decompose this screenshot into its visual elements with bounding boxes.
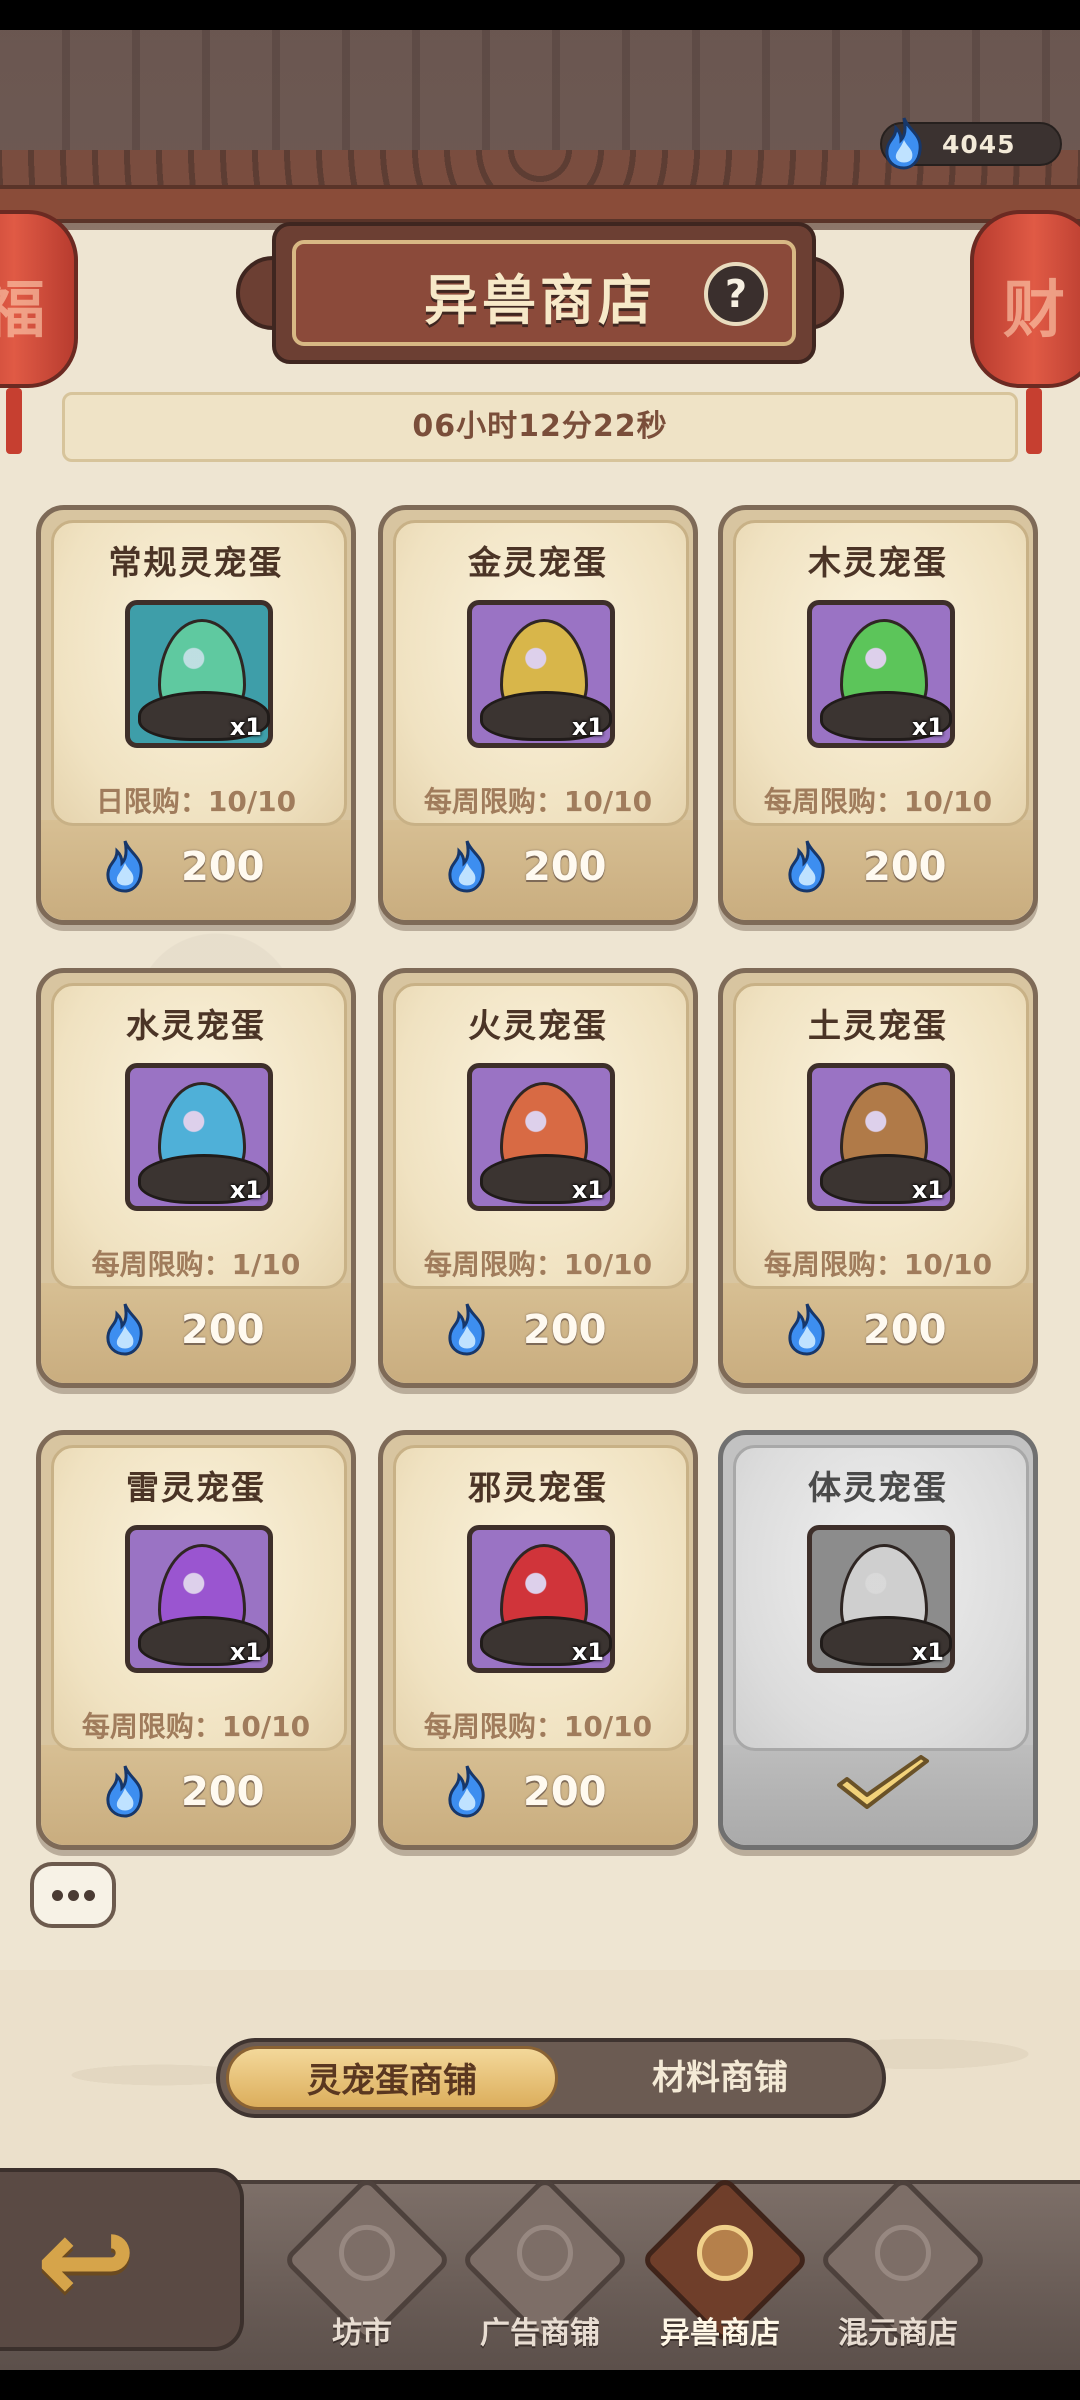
item-quantity: x1 bbox=[911, 713, 944, 741]
egg-icon-frame: x1 bbox=[467, 1063, 615, 1211]
purchase-limit: 日限购：10/10 bbox=[95, 785, 297, 818]
chat-dot bbox=[84, 1890, 95, 1901]
egg-icon-frame: x1 bbox=[467, 600, 615, 748]
shop-item-card[interactable]: 水灵宠蛋 x1 每周限购：1/10 200 bbox=[36, 968, 356, 1388]
nav-item-label: 广告商铺 bbox=[480, 2316, 600, 2351]
egg-icon-frame: x1 bbox=[807, 1525, 955, 1673]
item-name: 常规灵宠蛋 bbox=[108, 543, 284, 582]
nav-item-label: 异兽商店 bbox=[660, 2316, 780, 2351]
nav-item[interactable]: 混元商店 bbox=[813, 2175, 988, 2380]
price-tag: 200 bbox=[383, 1301, 693, 1361]
nav-item-label: 坊市 bbox=[332, 2316, 392, 2351]
price-tag: 200 bbox=[41, 1763, 351, 1823]
shop-tab-switcher: 灵宠蛋商铺 材料商铺 bbox=[216, 2038, 886, 2118]
purchased-check-icon bbox=[837, 1755, 929, 1809]
item-quantity: x1 bbox=[911, 1176, 944, 1204]
currency-display[interactable]: 4045 bbox=[880, 117, 1062, 170]
egg-icon-frame: x1 bbox=[125, 1525, 273, 1673]
item-name: 金灵宠蛋 bbox=[468, 543, 608, 582]
egg-icon-frame: x1 bbox=[467, 1525, 615, 1673]
item-name: 火灵宠蛋 bbox=[468, 1006, 608, 1045]
chat-dot bbox=[52, 1890, 63, 1901]
item-name: 邪灵宠蛋 bbox=[468, 1468, 608, 1507]
item-quantity: x1 bbox=[229, 1638, 262, 1666]
blue-flame-icon bbox=[106, 840, 143, 893]
item-quantity: x1 bbox=[571, 1638, 604, 1666]
price-value: 200 bbox=[523, 1769, 607, 1815]
chat-button[interactable] bbox=[30, 1862, 116, 1928]
lantern-left-char: 福 bbox=[0, 273, 45, 346]
purchase-limit: 每周限购：10/10 bbox=[763, 785, 993, 818]
price-value: 200 bbox=[523, 844, 607, 890]
item-name: 土灵宠蛋 bbox=[808, 1006, 948, 1045]
blue-flame-icon bbox=[788, 1303, 825, 1356]
blue-flame-icon bbox=[788, 840, 825, 893]
shop-item-card[interactable]: 雷灵宠蛋 x1 每周限购：10/10 200 bbox=[36, 1430, 356, 1850]
item-name: 体灵宠蛋 bbox=[808, 1468, 948, 1507]
shop-item-card[interactable]: 常规灵宠蛋 x1 日限购：10/10 200 bbox=[36, 505, 356, 925]
blue-flame-icon bbox=[448, 840, 485, 893]
price-value: 200 bbox=[863, 844, 947, 890]
blue-flame-icon bbox=[106, 1303, 143, 1356]
refresh-timer: 06小时12分22秒 bbox=[62, 392, 1018, 462]
price-tag: 200 bbox=[383, 838, 693, 898]
egg-icon-frame: x1 bbox=[807, 600, 955, 748]
egg-icon-frame: x1 bbox=[125, 1063, 273, 1211]
lantern-right: 财 bbox=[970, 210, 1080, 454]
tab-material-shop[interactable]: 材料商铺 bbox=[570, 2046, 870, 2110]
shop-item-card[interactable]: 邪灵宠蛋 x1 每周限购：10/10 200 bbox=[378, 1430, 698, 1850]
price-value: 200 bbox=[181, 1307, 265, 1353]
purchase-limit: 每周限购：10/10 bbox=[423, 1248, 653, 1281]
nav-item[interactable]: 广告商铺 bbox=[455, 2175, 630, 2380]
price-tag: 200 bbox=[41, 1301, 351, 1361]
price-tag: 200 bbox=[41, 838, 351, 898]
price-tag: 200 bbox=[723, 838, 1033, 898]
blue-flame-icon bbox=[448, 1765, 485, 1818]
item-quantity: x1 bbox=[571, 1176, 604, 1204]
currency-value: 4045 bbox=[942, 130, 1016, 159]
timer-text: 06小时12分22秒 bbox=[412, 409, 668, 444]
price-value: 200 bbox=[181, 1769, 265, 1815]
egg-icon-frame: x1 bbox=[807, 1063, 955, 1211]
price-value: 200 bbox=[863, 1307, 947, 1353]
nav-item[interactable]: 坊市 bbox=[277, 2175, 452, 2380]
purchase-limit: 每周限购：10/10 bbox=[81, 1710, 311, 1743]
lantern-left: 福 bbox=[0, 210, 78, 454]
chat-dot bbox=[68, 1890, 79, 1901]
item-quantity: x1 bbox=[571, 713, 604, 741]
shop-item-card[interactable]: 木灵宠蛋 x1 每周限购：10/10 200 bbox=[718, 505, 1038, 925]
title-plaque: 异兽商店 ? bbox=[232, 222, 848, 364]
price-value: 200 bbox=[181, 844, 265, 890]
shop-item-card[interactable]: 火灵宠蛋 x1 每周限购：10/10 200 bbox=[378, 968, 698, 1388]
purchase-limit: 每周限购：10/10 bbox=[423, 1710, 653, 1743]
nav-item-label: 混元商店 bbox=[838, 2316, 958, 2351]
purchase-limit: 每周限购：10/10 bbox=[763, 1248, 993, 1281]
lantern-right-char: 财 bbox=[1002, 273, 1065, 346]
item-quantity: x1 bbox=[911, 1638, 944, 1666]
purchase-limit: 每周限购：1/10 bbox=[91, 1248, 301, 1281]
price-tag: 200 bbox=[383, 1763, 693, 1823]
tab-egg-shop[interactable]: 灵宠蛋商铺 bbox=[226, 2046, 558, 2110]
price-tag: 200 bbox=[723, 1301, 1033, 1361]
purchase-limit: 每周限购：10/10 bbox=[423, 785, 653, 818]
item-quantity: x1 bbox=[229, 713, 262, 741]
item-name: 水灵宠蛋 bbox=[126, 1006, 266, 1045]
status-bar bbox=[0, 0, 1080, 30]
blue-flame-icon bbox=[106, 1765, 143, 1818]
item-name: 雷灵宠蛋 bbox=[126, 1468, 266, 1507]
system-nav-bar bbox=[0, 2370, 1080, 2400]
egg-icon-frame: x1 bbox=[125, 600, 273, 748]
item-name: 木灵宠蛋 bbox=[808, 543, 948, 582]
shop-item-card[interactable]: 金灵宠蛋 x1 每周限购：10/10 200 bbox=[378, 505, 698, 925]
shop-item-card[interactable]: 体灵宠蛋 x1 bbox=[718, 1430, 1038, 1850]
price-value: 200 bbox=[523, 1307, 607, 1353]
item-quantity: x1 bbox=[229, 1176, 262, 1204]
help-button[interactable]: ? bbox=[704, 262, 768, 326]
nav-item[interactable]: 异兽商店 bbox=[635, 2175, 810, 2380]
shop-item-card[interactable]: 土灵宠蛋 x1 每周限购：10/10 200 bbox=[718, 968, 1038, 1388]
blue-flame-icon bbox=[885, 117, 922, 170]
back-button[interactable]: ↩ bbox=[0, 2168, 244, 2351]
blue-flame-icon bbox=[448, 1303, 485, 1356]
back-arrow-icon: ↩ bbox=[36, 2192, 137, 2331]
